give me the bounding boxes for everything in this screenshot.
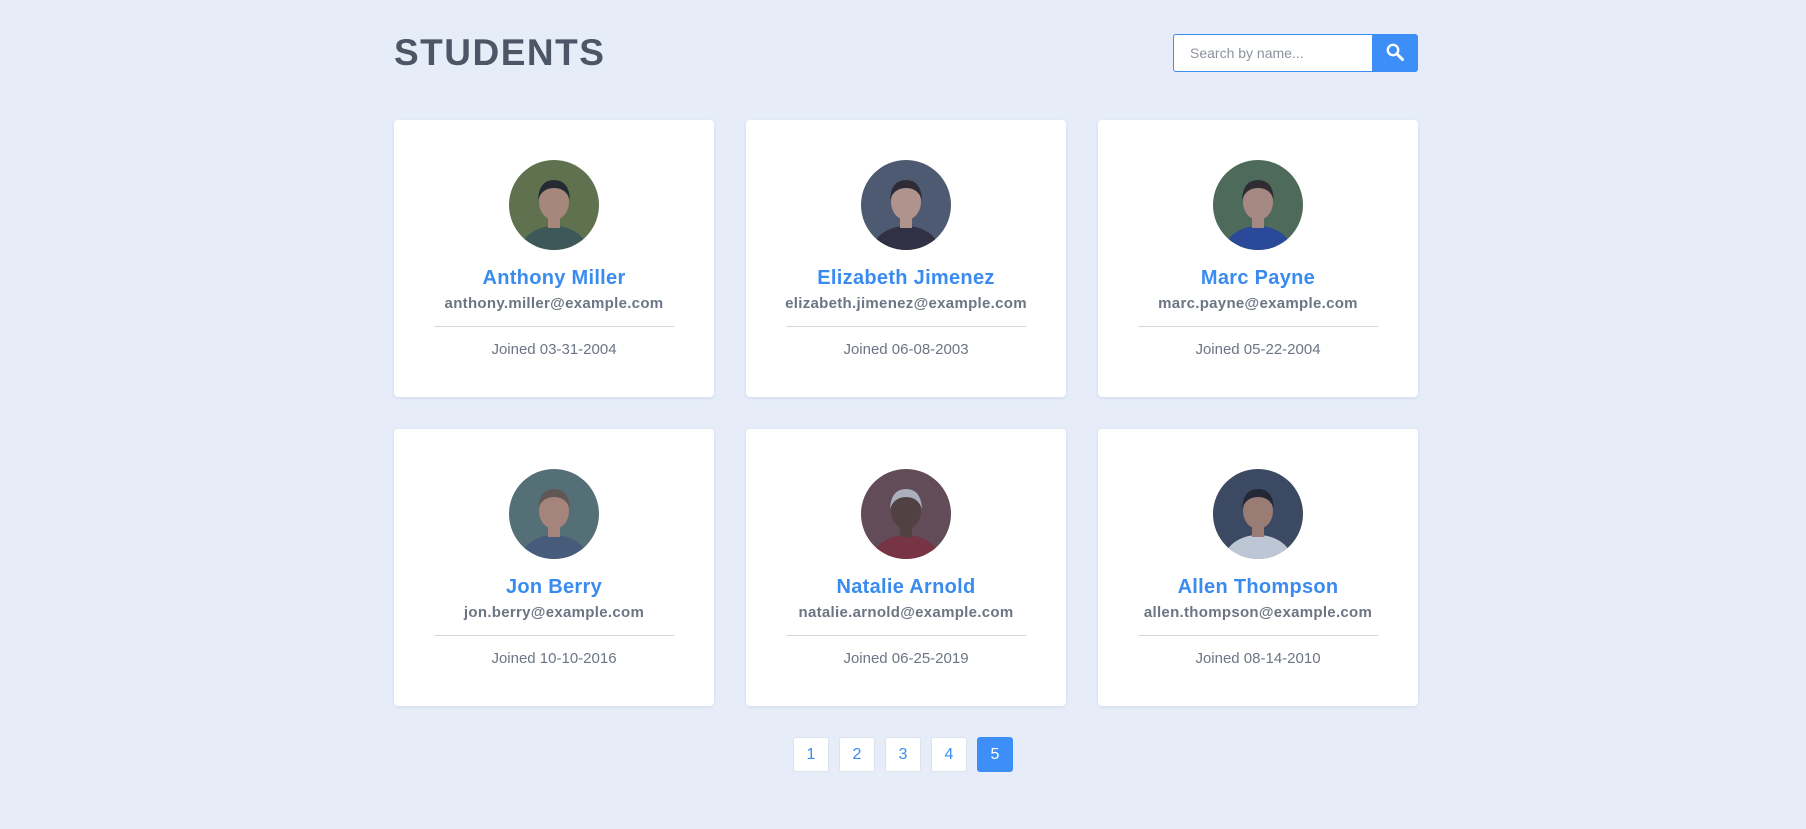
page-button-2[interactable]: 2 xyxy=(839,737,875,772)
joined-date: Joined 10-10-2016 xyxy=(491,650,617,667)
avatar xyxy=(1213,160,1303,250)
avatar xyxy=(861,469,951,559)
header: STUDENTS xyxy=(394,34,1418,72)
avatar xyxy=(861,160,951,250)
student-email: natalie.arnold@example.com xyxy=(798,604,1014,621)
student-card: Natalie Arnold natalie.arnold@example.co… xyxy=(746,429,1066,706)
student-email: allen.thompson@example.com xyxy=(1143,604,1373,621)
joined-date: Joined 08-14-2010 xyxy=(1195,650,1321,667)
student-name: Natalie Arnold xyxy=(836,576,976,598)
page-button-1[interactable]: 1 xyxy=(793,737,829,772)
student-name: Jon Berry xyxy=(505,576,603,598)
joined-date: Joined 06-25-2019 xyxy=(843,650,969,667)
page-title: STUDENTS xyxy=(394,32,606,73)
student-name: Elizabeth Jimenez xyxy=(817,267,995,289)
joined-date: Joined 05-22-2004 xyxy=(1195,341,1321,358)
search-bar xyxy=(1173,34,1418,72)
student-name: Anthony Miller xyxy=(482,267,626,289)
student-email: elizabeth.jimenez@example.com xyxy=(785,295,1027,312)
student-name: Allen Thompson xyxy=(1177,576,1339,598)
divider xyxy=(434,635,674,636)
student-card: Anthony Miller anthony.miller@example.co… xyxy=(394,120,714,397)
student-card: Marc Payne marc.payne@example.com Joined… xyxy=(1098,120,1418,397)
pagination: 1 2 3 4 5 xyxy=(0,737,1806,772)
divider xyxy=(1138,635,1378,636)
joined-date: Joined 03-31-2004 xyxy=(491,341,617,358)
page-button-5[interactable]: 5 xyxy=(977,737,1013,772)
student-email: jon.berry@example.com xyxy=(463,604,645,621)
divider xyxy=(434,326,674,327)
search-button[interactable] xyxy=(1372,34,1418,72)
student-name: Marc Payne xyxy=(1200,267,1316,289)
student-card: Elizabeth Jimenez elizabeth.jimenez@exam… xyxy=(746,120,1066,397)
student-card: Allen Thompson allen.thompson@example.co… xyxy=(1098,429,1418,706)
search-icon xyxy=(1386,43,1404,64)
avatar xyxy=(509,469,599,559)
student-email: anthony.miller@example.com xyxy=(444,295,664,312)
page-button-4[interactable]: 4 xyxy=(931,737,967,772)
avatar xyxy=(509,160,599,250)
student-card: Jon Berry jon.berry@example.com Joined 1… xyxy=(394,429,714,706)
student-email: marc.payne@example.com xyxy=(1158,295,1358,312)
divider xyxy=(1138,326,1378,327)
search-input[interactable] xyxy=(1173,34,1372,72)
joined-date: Joined 06-08-2003 xyxy=(843,341,969,358)
student-grid: Anthony Miller anthony.miller@example.co… xyxy=(394,120,1418,706)
page-button-3[interactable]: 3 xyxy=(885,737,921,772)
divider xyxy=(786,635,1026,636)
avatar xyxy=(1213,469,1303,559)
divider xyxy=(786,326,1026,327)
